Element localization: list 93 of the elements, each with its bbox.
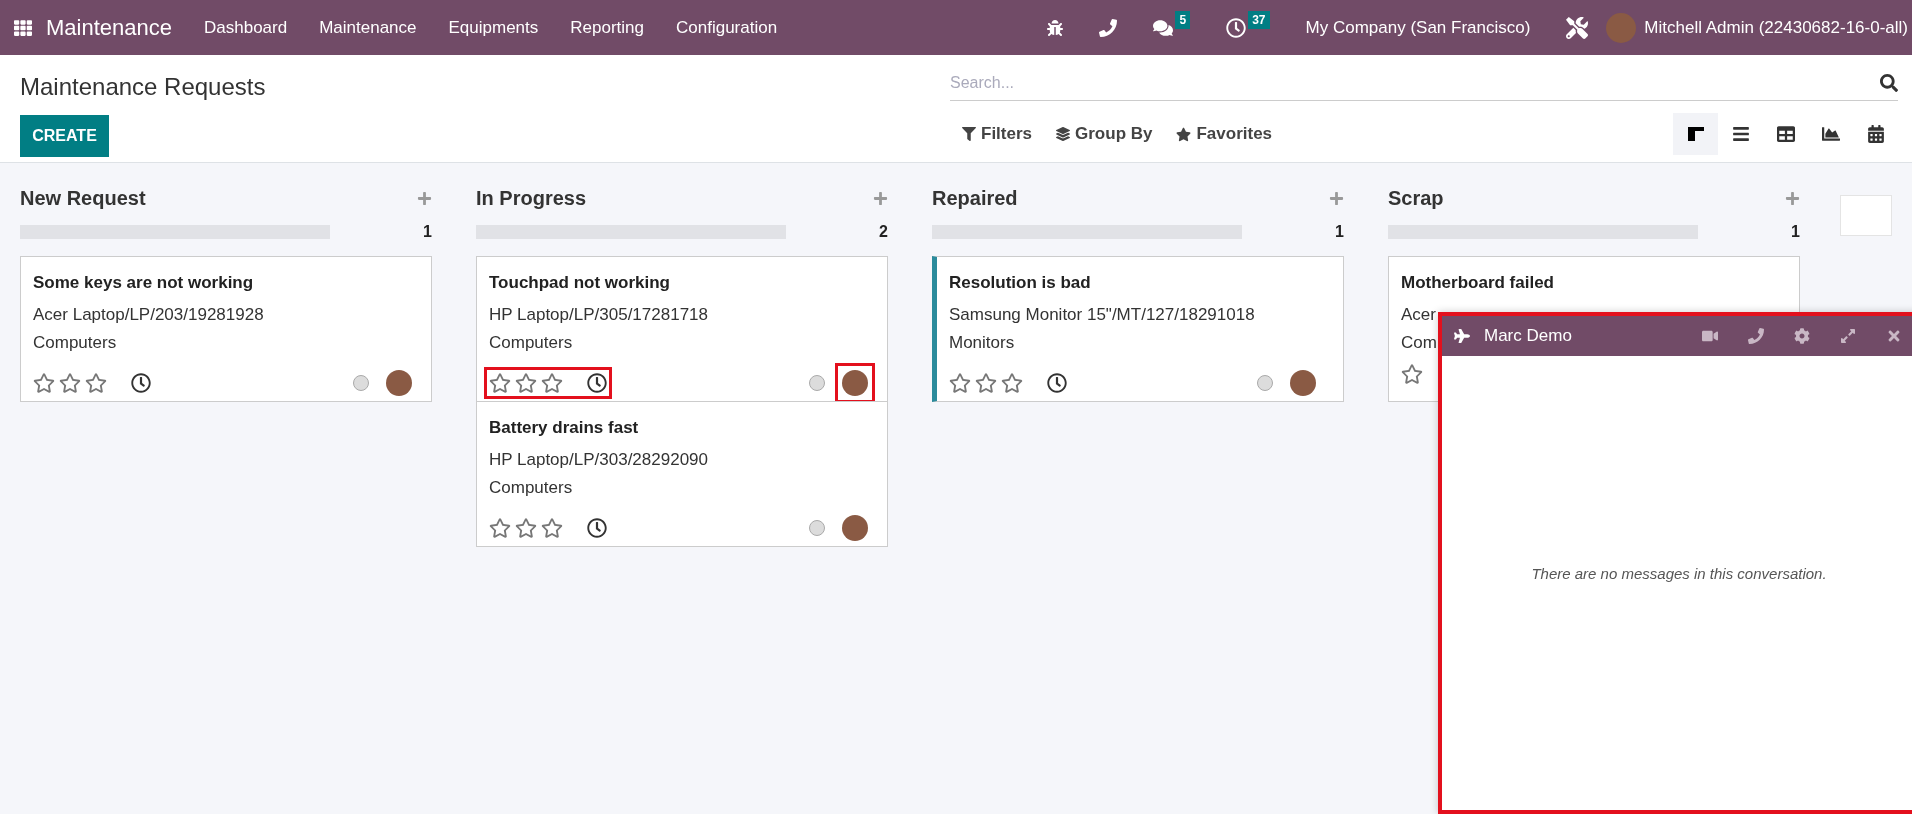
card-title: Some keys are not working: [33, 273, 255, 293]
equipment-name: Samsung Monitor 15"/MT/127/18291018: [949, 305, 1255, 325]
status-dot-icon[interactable]: [1257, 375, 1273, 391]
kanban-view-button[interactable]: [1673, 113, 1718, 155]
star-icon[interactable]: [541, 372, 563, 394]
equipment-name: Acer Laptop/LP/203/19281928: [33, 305, 264, 325]
activity-count-badge: 37: [1248, 10, 1270, 29]
video-camera-icon[interactable]: [1702, 328, 1718, 344]
column-title: In Progress: [476, 186, 587, 210]
company-switcher[interactable]: My Company (San Francisco): [1305, 17, 1531, 38]
status-dot-icon[interactable]: [809, 375, 825, 391]
menu-item[interactable]: Dashboard: [188, 17, 304, 38]
kanban-view-icon: [1686, 125, 1705, 143]
request-card[interactable]: Some keys are not working Acer Laptop/LP/203/19281928 Computers: [20, 256, 432, 402]
clock-icon[interactable]: [587, 518, 607, 538]
settings-icon[interactable]: [1794, 328, 1810, 344]
search-field[interactable]: Search...: [950, 67, 1880, 98]
plus-icon[interactable]: [873, 190, 888, 206]
star-icon[interactable]: [515, 372, 537, 394]
tools-icon[interactable]: [1566, 16, 1589, 39]
card-title: Touchpad not working: [489, 273, 671, 293]
filter-dropdown-button[interactable]: Filters: [950, 124, 1045, 144]
category-name: Com: [1401, 333, 1437, 353]
clock-icon[interactable]: [131, 373, 151, 393]
folded-column-panel: [1840, 195, 1892, 236]
card-title: Battery drains fast: [489, 418, 640, 438]
request-card[interactable]: Resolution is bad Samsung Monitor 15"/MT/127/18291018 Monitors: [932, 256, 1344, 402]
star-icon[interactable]: [1401, 363, 1423, 385]
clock-icon[interactable]: [1047, 373, 1067, 393]
table-view-icon: [1776, 125, 1795, 143]
clock-icon[interactable]: [1226, 17, 1247, 38]
menu-item[interactable]: Maintenance: [303, 17, 433, 38]
chat-title[interactable]: Marc Demo: [1484, 326, 1672, 346]
record-count: 1: [1791, 223, 1800, 241]
clock-icon[interactable]: [587, 373, 607, 393]
chart-view-icon: [1821, 125, 1840, 143]
page-title: Maintenance Requests: [20, 73, 267, 101]
star-icon[interactable]: [1001, 372, 1023, 394]
layers-icon: [1056, 127, 1071, 141]
close-icon[interactable]: [1886, 328, 1902, 344]
list-view-icon: [1731, 125, 1750, 143]
filter-dropdown-button[interactable]: Favorites: [1164, 124, 1285, 144]
record-count: 1: [1335, 223, 1344, 241]
message-count-badge: 5: [1175, 10, 1191, 29]
star-icon[interactable]: [489, 372, 511, 394]
equipment-name: Acer: [1401, 305, 1436, 325]
menu-item[interactable]: Configuration: [660, 17, 794, 38]
star-icon[interactable]: [489, 517, 511, 539]
category-name: Computers: [33, 333, 117, 353]
card-title: Motherboard failed: [1401, 273, 1555, 293]
star-icon[interactable]: [59, 372, 81, 394]
create-button[interactable]: CREATE: [20, 115, 109, 157]
filter-icon: [962, 127, 976, 141]
column-title: Scrap: [1388, 186, 1444, 210]
equipment-name: HP Laptop/LP/303/28292090: [489, 450, 708, 470]
status-dot-icon[interactable]: [353, 375, 369, 391]
search-icon[interactable]: [1880, 73, 1898, 92]
star-icon[interactable]: [515, 517, 537, 539]
record-count: 2: [879, 223, 888, 241]
category-name: Computers: [489, 478, 573, 498]
record-count: 1: [423, 223, 432, 241]
star-icon[interactable]: [33, 372, 55, 394]
request-card[interactable]: Battery drains fast HP Laptop/LP/303/28292090 Computers: [476, 401, 888, 547]
plus-icon[interactable]: [417, 190, 432, 206]
chat-bubbles-icon[interactable]: [1153, 17, 1174, 38]
phone-icon[interactable]: [1099, 18, 1118, 37]
column-title: New Request: [20, 186, 146, 210]
star-icon[interactable]: [541, 517, 563, 539]
card-title: Resolution is bad: [949, 273, 1092, 293]
bug-icon[interactable]: [1047, 19, 1064, 36]
menu-item[interactable]: Equipments: [432, 17, 555, 38]
status-dot-icon[interactable]: [809, 520, 825, 536]
calendar-view-icon: [1866, 125, 1885, 143]
column-title: Repaired: [932, 186, 1018, 210]
empty-conversation-message: There are no messages in this conversation.: [1531, 564, 1827, 582]
user-menu[interactable]: Mitchell Admin (22430682-16-0-all): [1644, 17, 1908, 38]
expand-icon[interactable]: [1840, 328, 1856, 344]
plus-icon[interactable]: [1329, 190, 1344, 206]
star-icon[interactable]: [975, 372, 997, 394]
star-icon[interactable]: [85, 372, 107, 394]
apps-grid-icon[interactable]: [14, 18, 32, 37]
star-icon[interactable]: [949, 372, 971, 394]
star-icon: [1176, 126, 1192, 142]
plus-icon[interactable]: [1785, 190, 1800, 206]
category-name: Monitors: [949, 333, 1015, 353]
app-name[interactable]: Maintenance: [46, 14, 172, 41]
request-card[interactable]: Touchpad not working HP Laptop/LP/305/17281718 Computers: [476, 256, 888, 402]
equipment-name: HP Laptop/LP/305/17281718: [489, 305, 708, 325]
category-name: Computers: [489, 333, 573, 353]
plane-icon: [1454, 328, 1470, 344]
filter-dropdown-button[interactable]: Group By: [1044, 124, 1165, 144]
menu-item[interactable]: Reporting: [554, 17, 660, 38]
phone-icon[interactable]: [1748, 328, 1764, 344]
